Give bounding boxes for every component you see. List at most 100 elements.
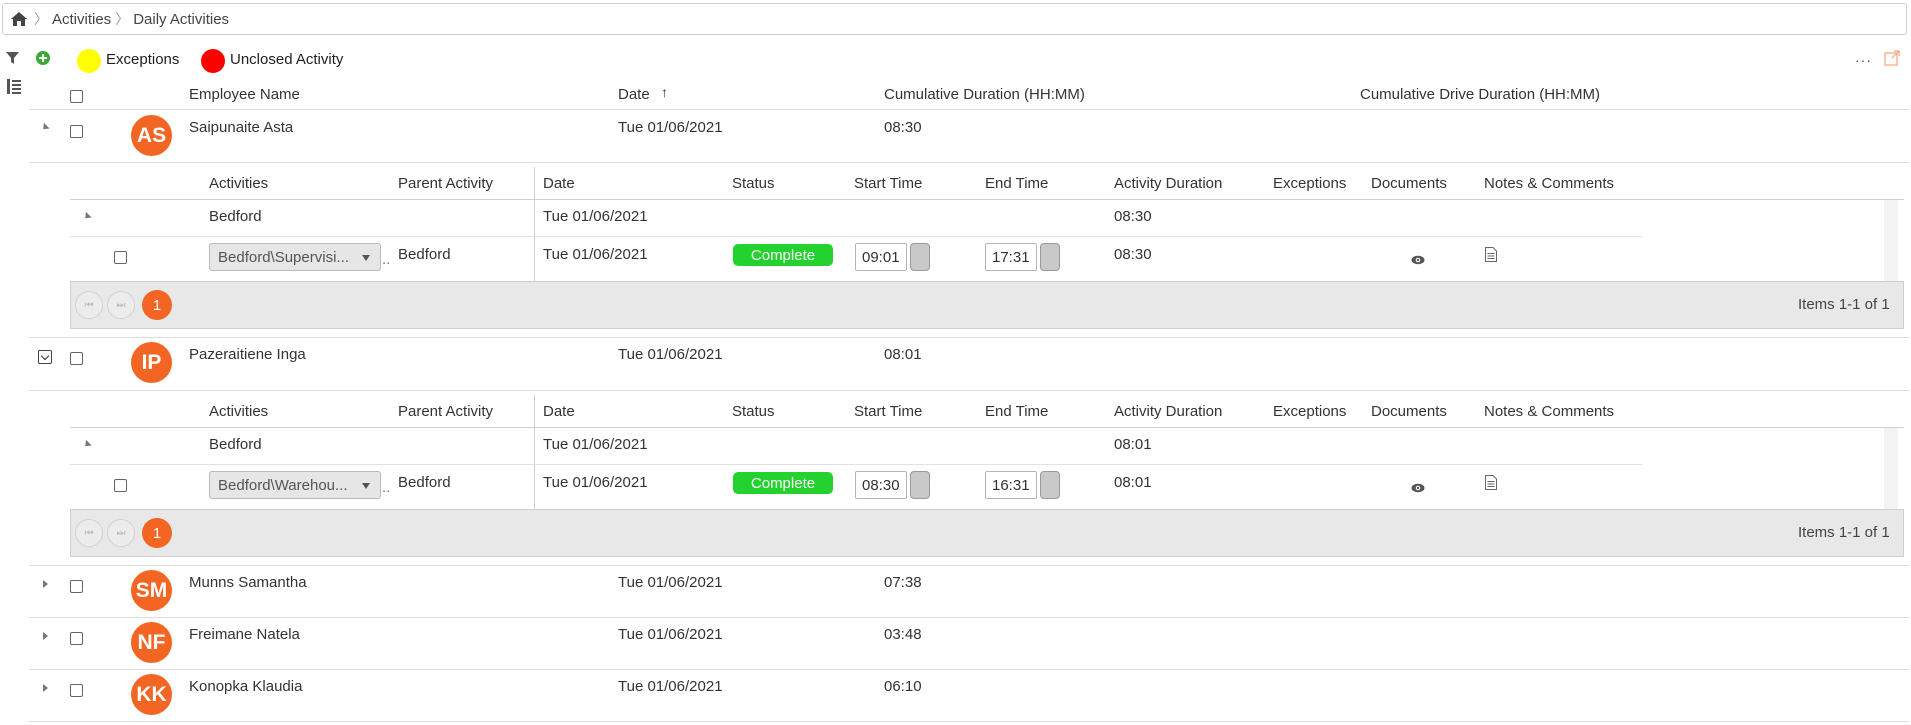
breadcrumb-item-daily-activities: Daily Activities bbox=[133, 10, 230, 28]
column-divider bbox=[534, 395, 535, 515]
activity-checkbox[interactable] bbox=[114, 479, 127, 492]
column-header-employee-name[interactable]: Employee Name bbox=[189, 86, 300, 103]
activity-parent: Bedford bbox=[398, 474, 451, 491]
more-icon[interactable]: ··· bbox=[1855, 52, 1872, 68]
row-divider bbox=[29, 617, 1909, 618]
inner-header-documents[interactable]: Documents bbox=[1371, 403, 1447, 420]
inner-header-activity-duration[interactable]: Activity Duration bbox=[1114, 175, 1222, 192]
employee-date: Tue 01/06/2021 bbox=[618, 626, 723, 643]
first-page-icon[interactable]: ⏮ bbox=[75, 291, 103, 319]
activity-select-value: Bedford\Warehou... bbox=[218, 476, 348, 494]
avatar: KK bbox=[131, 674, 172, 715]
select-all-checkbox[interactable] bbox=[70, 90, 83, 103]
employee-duration: 06:10 bbox=[884, 678, 922, 695]
last-page-icon[interactable]: ⏭ bbox=[107, 519, 135, 547]
inner-header-documents[interactable]: Documents bbox=[1371, 175, 1447, 192]
start-time-input[interactable]: 09:01 bbox=[855, 243, 907, 271]
overflow-indicator: .. bbox=[382, 479, 391, 496]
eye-icon[interactable] bbox=[1411, 252, 1425, 269]
unclosed-activity-legend-label: Unclosed Activity bbox=[230, 51, 344, 68]
inner-header-start-time[interactable]: Start Time bbox=[854, 175, 922, 192]
end-time-input[interactable]: 16:31 bbox=[985, 471, 1037, 499]
inner-header-exceptions[interactable]: Exceptions bbox=[1273, 403, 1346, 420]
collapse-icon[interactable] bbox=[40, 122, 50, 133]
expand-icon[interactable] bbox=[43, 684, 48, 692]
status-badge: Complete bbox=[733, 244, 833, 266]
breadcrumb-separator: 〉 bbox=[115, 11, 130, 27]
inner-header-parent-activity[interactable]: Parent Activity bbox=[398, 175, 493, 192]
inner-header-status[interactable]: Status bbox=[732, 403, 775, 420]
home-icon[interactable] bbox=[8, 9, 30, 29]
row-checkbox[interactable] bbox=[70, 684, 83, 697]
row-checkbox[interactable] bbox=[70, 632, 83, 645]
start-time-picker-button[interactable] bbox=[910, 471, 930, 499]
row-divider bbox=[29, 337, 1909, 338]
inner-header-exceptions[interactable]: Exceptions bbox=[1273, 175, 1346, 192]
inner-header-activities[interactable]: Activities bbox=[209, 175, 268, 192]
employee-duration: 08:01 bbox=[884, 346, 922, 363]
group-collapse-icon[interactable] bbox=[82, 439, 92, 450]
column-header-cumulative-duration[interactable]: Cumulative Duration (HH:MM) bbox=[884, 86, 1085, 103]
expand-icon[interactable] bbox=[43, 580, 48, 588]
export-icon[interactable] bbox=[1884, 50, 1900, 70]
status-badge: Complete bbox=[733, 472, 833, 494]
start-time-picker-button[interactable] bbox=[910, 243, 930, 271]
inner-header-end-time[interactable]: End Time bbox=[985, 403, 1048, 420]
inner-header-divider bbox=[70, 427, 1904, 428]
activity-select[interactable]: Bedford\Warehou... bbox=[209, 471, 381, 499]
group-divider bbox=[70, 236, 1642, 237]
avatar: NF bbox=[131, 622, 172, 663]
expand-icon[interactable] bbox=[43, 632, 48, 640]
row-checkbox[interactable] bbox=[70, 125, 83, 138]
employee-duration: 03:48 bbox=[884, 626, 922, 643]
inner-header-notes-comments[interactable]: Notes & Comments bbox=[1484, 175, 1614, 192]
inner-header-parent-activity[interactable]: Parent Activity bbox=[398, 403, 493, 420]
end-time-picker-button[interactable] bbox=[1040, 471, 1060, 499]
row-divider bbox=[29, 669, 1909, 670]
avatar: SM bbox=[131, 570, 172, 611]
vertical-scrollbar[interactable] bbox=[1884, 428, 1898, 509]
employee-name: Munns Samantha bbox=[189, 574, 307, 591]
group-collapse-icon[interactable] bbox=[82, 211, 92, 222]
group-divider bbox=[70, 464, 1642, 465]
activity-checkbox[interactable] bbox=[114, 251, 127, 264]
breadcrumb-item-activities[interactable]: Activities bbox=[52, 11, 111, 28]
activity-select[interactable]: Bedford\Supervisi... bbox=[209, 243, 381, 271]
vertical-scrollbar[interactable] bbox=[1884, 200, 1898, 281]
page-1-button[interactable]: 1 bbox=[142, 518, 172, 548]
collapse-toggle-icon[interactable] bbox=[38, 350, 52, 364]
columns-icon[interactable] bbox=[7, 79, 21, 98]
page-1-button[interactable]: 1 bbox=[142, 290, 172, 320]
column-header-cumulative-drive-duration[interactable]: Cumulative Drive Duration (HH:MM) bbox=[1360, 86, 1600, 103]
group-duration: 08:01 bbox=[1114, 436, 1152, 453]
inner-header-notes-comments[interactable]: Notes & Comments bbox=[1484, 403, 1614, 420]
pager: ⏮ ⏭ 1 Items 1-1 of 1 bbox=[70, 281, 1904, 329]
inner-header-date[interactable]: Date bbox=[543, 403, 575, 420]
last-page-icon[interactable]: ⏭ bbox=[107, 291, 135, 319]
sort-ascending-icon[interactable]: ↑ bbox=[661, 84, 668, 100]
document-icon[interactable] bbox=[1485, 247, 1497, 266]
inner-header-activities[interactable]: Activities bbox=[209, 403, 268, 420]
pager-info: Items 1-1 of 1 bbox=[1798, 296, 1890, 313]
add-circle-icon[interactable] bbox=[36, 51, 50, 69]
start-time-input[interactable]: 08:30 bbox=[855, 471, 907, 499]
filter-icon[interactable] bbox=[6, 51, 19, 68]
inner-header-date[interactable]: Date bbox=[543, 175, 575, 192]
inner-header-start-time[interactable]: Start Time bbox=[854, 403, 922, 420]
document-icon[interactable] bbox=[1485, 475, 1497, 494]
inner-header-activity-duration[interactable]: Activity Duration bbox=[1114, 403, 1222, 420]
employee-duration: 07:38 bbox=[884, 574, 922, 591]
employee-date: Tue 01/06/2021 bbox=[618, 574, 723, 591]
end-time-picker-button[interactable] bbox=[1040, 243, 1060, 271]
row-checkbox[interactable] bbox=[70, 352, 83, 365]
eye-icon[interactable] bbox=[1411, 480, 1425, 497]
end-time-input[interactable]: 17:31 bbox=[985, 243, 1037, 271]
first-page-icon[interactable]: ⏮ bbox=[75, 519, 103, 547]
column-header-date[interactable]: Date bbox=[618, 86, 650, 103]
inner-header-status[interactable]: Status bbox=[732, 175, 775, 192]
inner-header-end-time[interactable]: End Time bbox=[985, 175, 1048, 192]
activity-detail-grid: Activities Parent Activity Date Status S… bbox=[70, 391, 1904, 557]
column-divider bbox=[534, 167, 535, 287]
row-checkbox[interactable] bbox=[70, 580, 83, 593]
activity-date: Tue 01/06/2021 bbox=[543, 474, 648, 491]
